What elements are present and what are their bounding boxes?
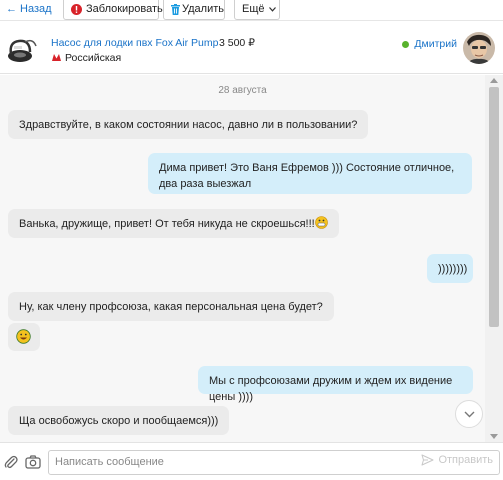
message-text: Ща освобожусь скоро и пообщаемся))) <box>19 415 219 427</box>
outgoing-message: Мы с профсоюзами дружим и ждем их видени… <box>198 366 473 403</box>
scroll-thumb[interactable] <box>489 87 499 327</box>
product-title-link[interactable]: Насос для лодки пвх Fox Air Pump <box>51 37 218 49</box>
incoming-message: Ща освобожусь скоро и пообщаемся))) <box>8 406 230 435</box>
online-dot-icon <box>402 40 410 48</box>
conversation-header: Насос для лодки пвх Fox Air Pump 3 500 ₽… <box>0 28 503 74</box>
chevron-down-icon <box>268 6 276 12</box>
user-link[interactable]: Дмитрий <box>402 38 457 50</box>
message-text: )))))))) <box>438 263 468 275</box>
product-price: 3 500 ₽ <box>219 37 255 49</box>
back-label: Назад <box>20 3 52 15</box>
incoming-message: Ванька, дружище, привет! От тебя никуда … <box>8 209 339 238</box>
scroll-up-arrow-icon[interactable] <box>490 78 498 83</box>
delete-button[interactable]: Удалить <box>163 0 225 20</box>
block-label: Заблокировать <box>86 3 163 15</box>
date-separator: 28 августа <box>218 85 267 96</box>
incoming-message: Ну, как члену профсоюза, какая персональ… <box>8 292 334 321</box>
back-link[interactable]: ← Назад <box>6 3 52 15</box>
block-button[interactable]: Заблокировать <box>63 0 163 20</box>
more-button[interactable]: Ещё <box>234 0 280 20</box>
message-list[interactable]: 28 августа Здравствуйте, в каком состоян… <box>0 75 485 442</box>
message-text: Здравствуйте, в каком состоянии насос, д… <box>19 119 358 131</box>
grinning-face-icon <box>16 329 31 344</box>
paperclip-icon[interactable] <box>3 454 19 470</box>
delete-label: Удалить <box>182 3 224 15</box>
product-thumbnail[interactable] <box>3 32 39 66</box>
scroll-down-icon <box>464 411 475 418</box>
camera-icon[interactable] <box>24 454 42 470</box>
outgoing-message: Дима привет! Это Ваня Ефремов ))) Состоя… <box>148 153 472 194</box>
message-text: Ну, как члену профсоюза, какая персональ… <box>19 301 323 313</box>
more-label: Ещё <box>242 3 265 15</box>
scroll-to-bottom-button[interactable] <box>455 400 483 428</box>
avatar[interactable] <box>463 32 495 64</box>
grimacing-face-icon <box>314 216 328 229</box>
toolbar: ← Назад Заблокировать Удалить Ещё <box>0 0 503 21</box>
metro-location: Российская <box>52 52 121 64</box>
message-text: Мы с профсоюзами дружим и ждем их видени… <box>209 375 453 403</box>
message-text: Ванька, дружище, привет! От тебя никуда … <box>19 218 315 230</box>
send-icon <box>421 454 434 466</box>
arrow-left-icon: ← <box>6 3 17 15</box>
user-name: Дмитрий <box>414 38 457 50</box>
incoming-message <box>8 323 40 351</box>
metro-station: Российская <box>65 52 122 64</box>
trash-icon <box>171 3 180 15</box>
message-input[interactable] <box>55 456 395 468</box>
send-label: Отправить <box>438 454 493 466</box>
incoming-message: Здравствуйте, в каком состоянии насос, д… <box>8 110 369 139</box>
message-text: Дима привет! Это Ваня Ефремов ))) Состоя… <box>159 162 455 190</box>
outgoing-message: )))))))) <box>427 254 473 283</box>
send-button[interactable]: Отправить <box>421 454 493 466</box>
block-icon <box>71 3 82 15</box>
metro-icon <box>52 53 61 64</box>
message-input-wrap: Отправить <box>48 450 500 475</box>
chat-scrollbar[interactable] <box>485 75 503 442</box>
scroll-down-arrow-icon[interactable] <box>490 434 498 439</box>
message-composer: Отправить <box>0 442 503 480</box>
